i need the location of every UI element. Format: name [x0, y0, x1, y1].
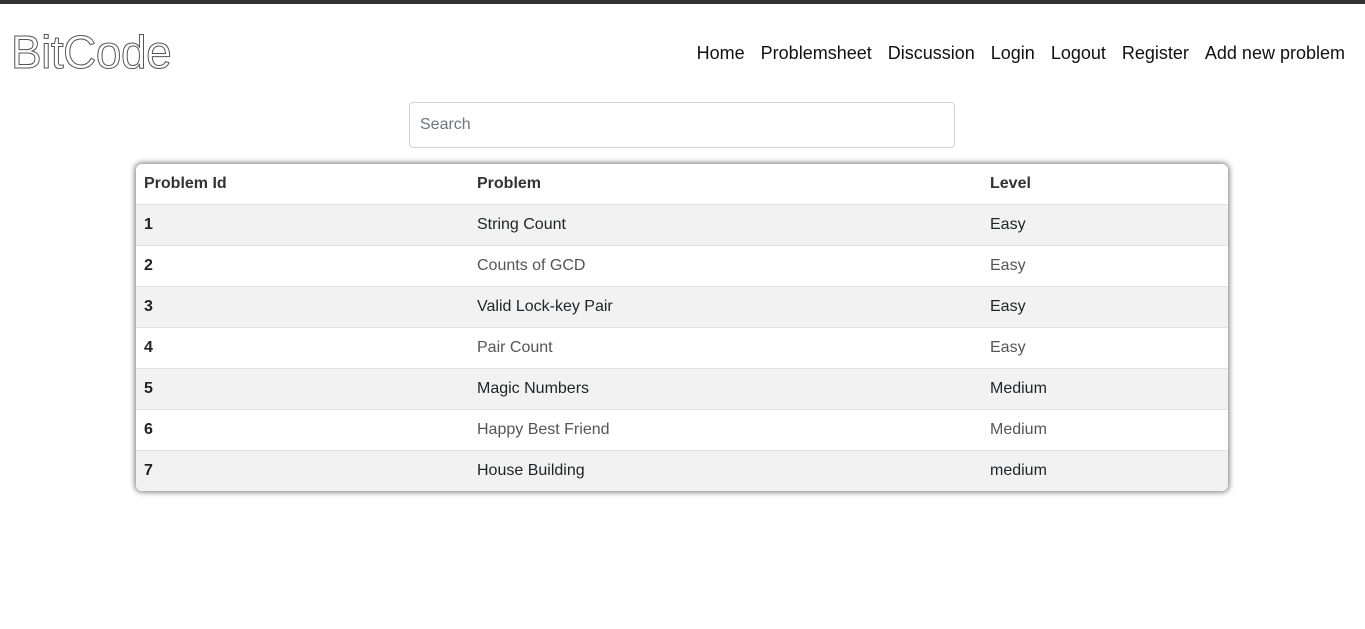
nav-add-new-problem[interactable]: Add new problem — [1205, 42, 1345, 64]
column-header-level: Level — [990, 174, 1031, 192]
table-header-row: Problem Id Problem Level — [136, 164, 1228, 204]
table-row[interactable]: 5 Magic Numbers Medium — [136, 368, 1228, 409]
problem-name-cell[interactable]: Magic Numbers — [469, 368, 982, 409]
problem-name-cell[interactable]: Valid Lock-key Pair — [469, 286, 982, 327]
problem-id-cell: 2 — [144, 256, 153, 274]
nav-home[interactable]: Home — [697, 42, 745, 64]
navbar: BitCode Home Problemsheet Discussion Log… — [0, 4, 1365, 100]
problem-name-cell[interactable]: Happy Best Friend — [469, 409, 982, 450]
problem-id-cell: 4 — [144, 338, 153, 356]
problem-name-cell[interactable]: Counts of GCD — [469, 245, 982, 286]
search-input[interactable] — [409, 102, 955, 148]
problem-id-cell: 1 — [144, 215, 153, 233]
nav-problemsheet[interactable]: Problemsheet — [761, 42, 872, 64]
problem-id-cell: 7 — [144, 461, 153, 479]
nav-login[interactable]: Login — [991, 42, 1035, 64]
nav-register[interactable]: Register — [1122, 42, 1189, 64]
problem-level-cell: Medium — [990, 420, 1047, 438]
table-row[interactable]: 1 String Count Easy — [136, 204, 1228, 245]
problem-level-cell: Easy — [990, 256, 1026, 274]
table-row[interactable]: 3 Valid Lock-key Pair Easy — [136, 286, 1228, 327]
brand-logo[interactable]: BitCode — [10, 26, 172, 79]
problem-id-cell: 5 — [144, 379, 153, 397]
problems-table-card: Problem Id Problem Level 1 String Count … — [136, 164, 1228, 491]
problem-id-cell: 3 — [144, 297, 153, 315]
table-row[interactable]: 7 House Building medium — [136, 450, 1228, 491]
problem-name-cell[interactable]: String Count — [469, 204, 982, 245]
column-header-problem: Problem — [477, 174, 542, 192]
table-row[interactable]: 4 Pair Count Easy — [136, 327, 1228, 368]
nav-logout[interactable]: Logout — [1051, 42, 1106, 64]
problem-name-cell[interactable]: Pair Count — [469, 327, 982, 368]
nav-discussion[interactable]: Discussion — [888, 42, 975, 64]
problems-table: Problem Id Problem Level 1 String Count … — [136, 164, 1228, 491]
problem-name-cell[interactable]: House Building — [469, 450, 982, 491]
problem-level-cell: Medium — [990, 379, 1047, 397]
problem-level-cell: Easy — [990, 215, 1026, 233]
problem-id-cell: 6 — [144, 420, 153, 438]
nav-links: Home Problemsheet Discussion Login Logou… — [681, 42, 1345, 64]
table-row[interactable]: 2 Counts of GCD Easy — [136, 245, 1228, 286]
column-header-problem-id: Problem Id — [144, 174, 227, 192]
problem-level-cell: Easy — [990, 338, 1026, 356]
search-container — [409, 102, 955, 148]
problem-level-cell: medium — [990, 461, 1047, 479]
table-row[interactable]: 6 Happy Best Friend Medium — [136, 409, 1228, 450]
problem-level-cell: Easy — [990, 297, 1026, 315]
